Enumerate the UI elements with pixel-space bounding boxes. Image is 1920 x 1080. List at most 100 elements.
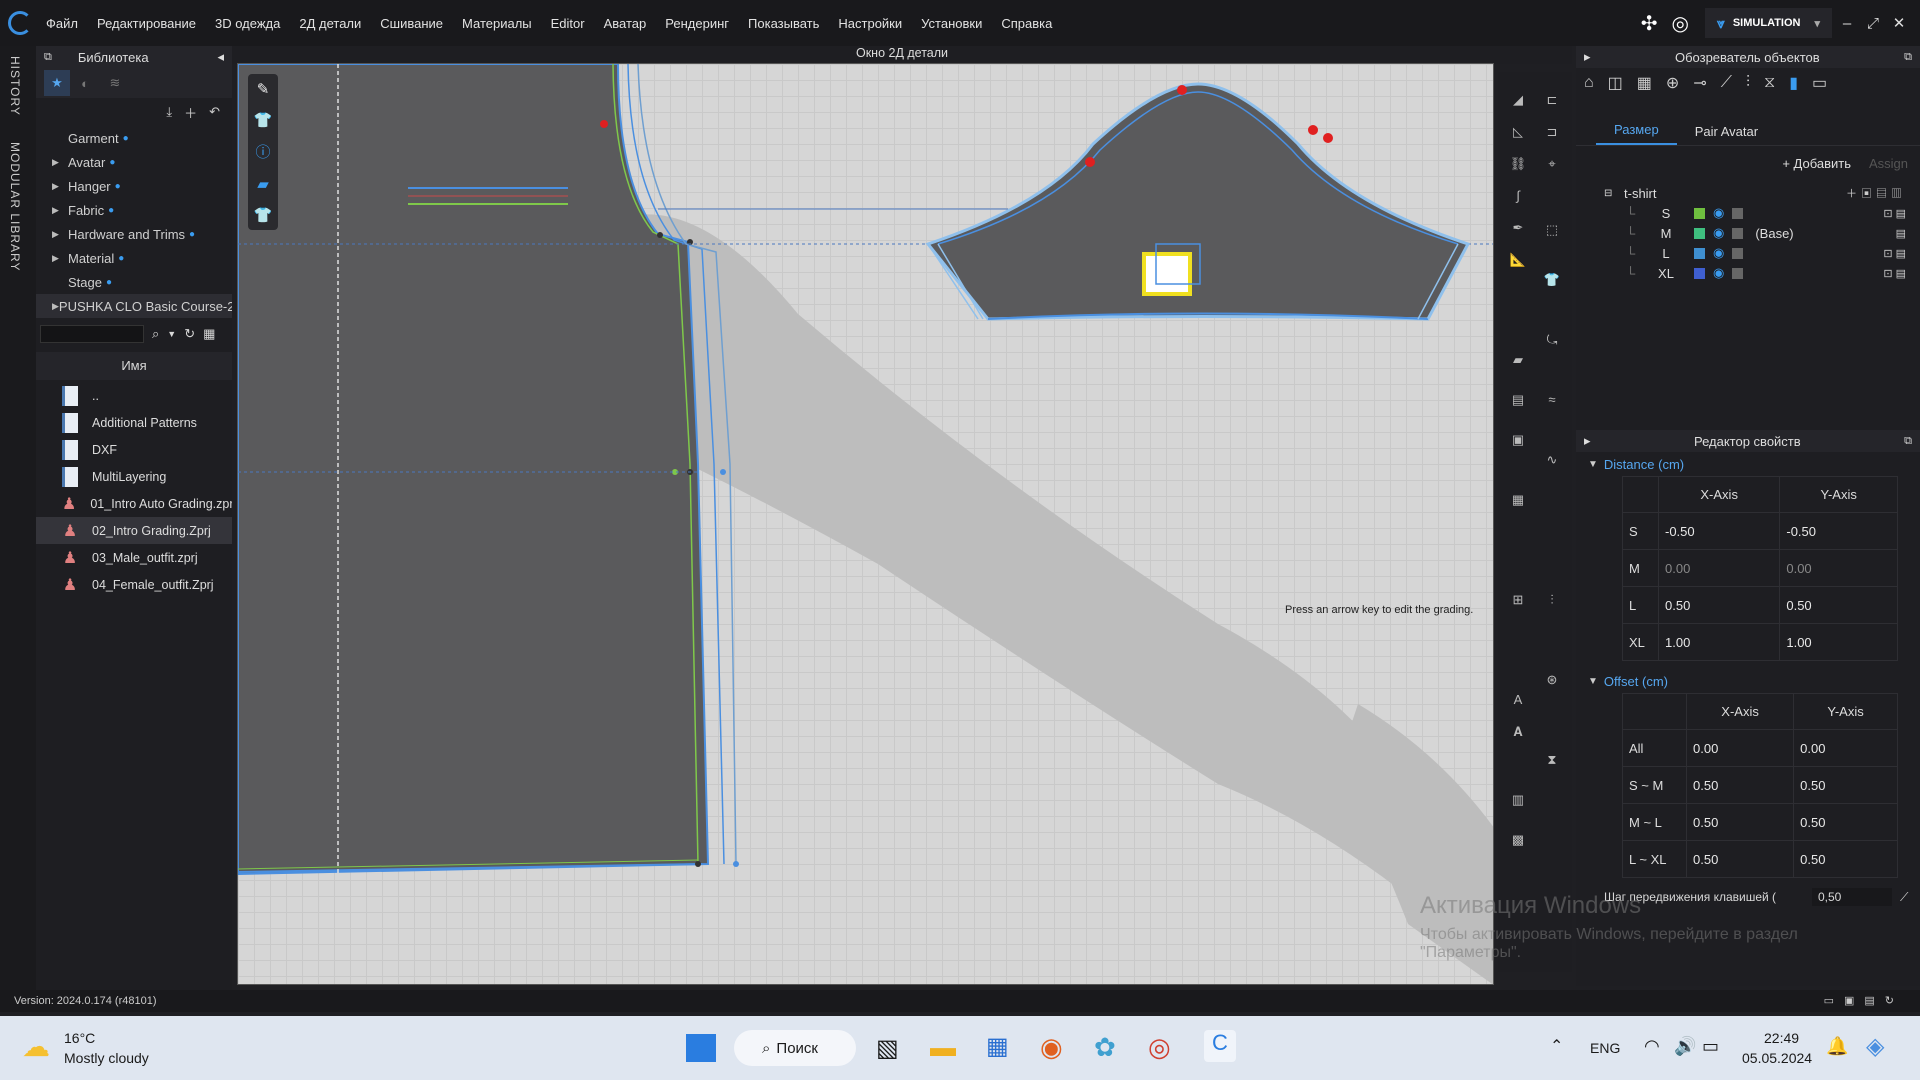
y-value-cell[interactable]: 0.50 [1793,803,1898,841]
x-value-cell[interactable]: 0.00 [1657,549,1781,587]
restore-button[interactable]: ⤢ [1862,15,1884,32]
menu-item[interactable]: Материалы [462,16,532,31]
size-color-swatch[interactable] [1694,267,1705,279]
avatar-tool-icon[interactable]: 👕 [254,206,273,224]
clo-library-icon[interactable]: ◐ [70,76,100,91]
seam-tool-icon[interactable]: ⊏ [1542,92,1562,107]
layer-tool-icon[interactable]: ▩ [1508,832,1528,847]
panel-float-icon[interactable]: ⧉ [1904,51,1912,64]
measure-tool-icon[interactable]: ⊞ [1508,592,1528,607]
task-view-icon[interactable]: ▧ [876,1034,899,1063]
collapse-arrow-icon[interactable]: ▸ [1584,49,1591,65]
x-value-cell[interactable]: 0.50 [1685,840,1795,878]
favorite-star-icon[interactable]: ★ [44,70,70,96]
shirt-tool-icon[interactable]: 👕 [1542,272,1562,287]
fold-tool-icon[interactable]: ⤿ [1542,332,1562,347]
library-tree-item[interactable]: Stage ● [36,270,232,294]
trim-icon[interactable]: ⧖ [1764,74,1775,92]
file-list-item[interactable]: .. [36,382,232,409]
tab-modular-library[interactable]: MODULAR LIBRARY [8,142,22,271]
menu-item[interactable]: Сшивание [380,16,443,31]
clock-time[interactable]: 22:49 [1764,1030,1799,1046]
info-icon[interactable]: ⓘ [255,141,270,162]
pin-icon[interactable]: ⟋ [1900,890,1908,905]
file-list-item[interactable]: ♟ 01_Intro Auto Grading.zprj [36,490,232,517]
weather-temp[interactable]: 16°C [64,1030,95,1046]
size-color-swatch[interactable] [1694,247,1705,259]
simulation-mode-button[interactable]: ⩔ SIMULATION ▾ [1704,8,1832,38]
y-value-cell[interactable]: 0.50 [1793,766,1898,804]
menu-item[interactable]: Установки [921,16,982,31]
y-value-cell[interactable]: 1.00 [1779,623,1898,661]
rectangle-tool-icon[interactable]: ◺ [1508,124,1528,139]
add-size-button[interactable]: + Добавить [1782,156,1851,171]
size-row-actions[interactable]: ▤ [1896,227,1906,240]
offset-section-header[interactable]: ▼ Offset (cm) [1576,669,1920,693]
edit-pattern-tool-icon[interactable]: ✎ [257,80,270,98]
panel-float-icon[interactable]: ⧉ [44,51,52,64]
zipper-icon[interactable]: ⫶ [1746,74,1750,92]
tab-size[interactable]: Размер [1596,116,1677,145]
measure-icon[interactable]: ▭ [1812,73,1827,93]
size-color-swatch[interactable] [1694,227,1705,239]
topstitch-icon[interactable]: ⊸ [1693,73,1706,93]
size-root-actions[interactable]: ＋▣▤▥ [1846,185,1906,201]
graphic-tool-icon[interactable]: ▣ [1508,432,1528,447]
menu-item[interactable]: 3D одежда [215,16,280,31]
base-checkbox[interactable] [1732,267,1744,279]
garment-tool-icon[interactable]: 👕 [254,111,273,129]
size-color-swatch[interactable] [1694,207,1705,219]
x-value-cell[interactable]: -0.50 [1657,512,1781,550]
menu-item[interactable]: Справка [1001,16,1052,31]
library-tree-item[interactable]: Garment ● [36,126,232,150]
button-tool-icon[interactable]: ⊛ [1542,672,1562,687]
chrome-icon[interactable]: ◎ [1148,1032,1171,1063]
x-value-cell[interactable]: 0.50 [1685,766,1795,804]
panel-float-icon[interactable]: ⧉ [1904,435,1912,448]
size-row[interactable]: └ S ◉ ⊡ ▤ [1604,203,1920,223]
wave-tool-icon[interactable]: ∿ [1542,452,1562,467]
name-column-header[interactable]: Имя [36,352,232,380]
collapse-arrow-icon[interactable]: ◂ [217,49,224,65]
weather-desc[interactable]: Mostly cloudy [64,1050,149,1066]
y-value-cell[interactable]: 0.50 [1793,840,1898,878]
menu-item[interactable]: Показывать [748,16,819,31]
menu-item[interactable]: Аватар [604,16,647,31]
grading-icon[interactable]: ▮ [1789,73,1798,93]
search-icon[interactable]: ⌕ [152,326,159,342]
file-list-item[interactable]: ♟ 03_Male_outfit.zprj [36,544,232,571]
fabric-icon[interactable]: ◫ [1608,73,1623,93]
search-input[interactable] [40,325,144,343]
fabric-brush-icon[interactable]: ▰ [1508,352,1528,367]
minimize-button[interactable]: – [1836,15,1858,32]
scene-icon[interactable]: ⌂ [1584,74,1594,92]
clo-taskbar-icon[interactable]: C [1204,1030,1236,1062]
size-row-actions[interactable]: ⊡ ▤ [1883,247,1906,260]
grading-point-selection[interactable] [1142,252,1192,296]
text-outline-tool-icon[interactable]: 𝐀 [1508,724,1528,739]
step-value-input[interactable]: 0,50 [1812,888,1892,906]
curve-tool-icon[interactable]: ∫ [1508,188,1528,203]
y-value-cell[interactable]: 0.00 [1779,549,1898,587]
segment-tool-icon[interactable]: ▦ [1508,492,1528,507]
file-list-item[interactable]: DXF [36,436,232,463]
marketplace-icon[interactable]: ≋ [100,75,130,91]
collapse-arrow-icon[interactable]: ▸ [1584,433,1591,449]
x-value-cell[interactable]: 0.50 [1657,586,1781,624]
size-row-actions[interactable]: ⊡ ▤ [1883,267,1906,280]
size-root-row[interactable]: ⊟ t-shirt ＋▣▤▥ [1604,183,1920,203]
undo-icon[interactable]: ↶ [209,104,220,120]
file-explorer-icon[interactable]: ▬ [930,1032,956,1063]
file-list-item[interactable]: ♟ 02_Intro Grading.Zprj [36,517,232,544]
front-bodice-piece[interactable] [238,64,739,876]
visibility-eye-icon[interactable]: ◉ [1713,225,1724,241]
base-checkbox[interactable] [1732,207,1744,219]
copilot-icon[interactable]: ◈ [1866,1032,1884,1061]
menu-item[interactable]: Редактирование [97,16,196,31]
clo-set-icon[interactable]: ✣ [1641,11,1658,36]
app-icon[interactable]: ✿ [1094,1032,1116,1063]
button-icon[interactable]: ⊕ [1666,73,1679,93]
zipper-tool-icon[interactable]: ⧗ [1542,752,1562,767]
x-value-cell[interactable]: 1.00 [1657,623,1781,661]
library-tree-item[interactable]: ▶ Avatar ● [36,150,232,174]
